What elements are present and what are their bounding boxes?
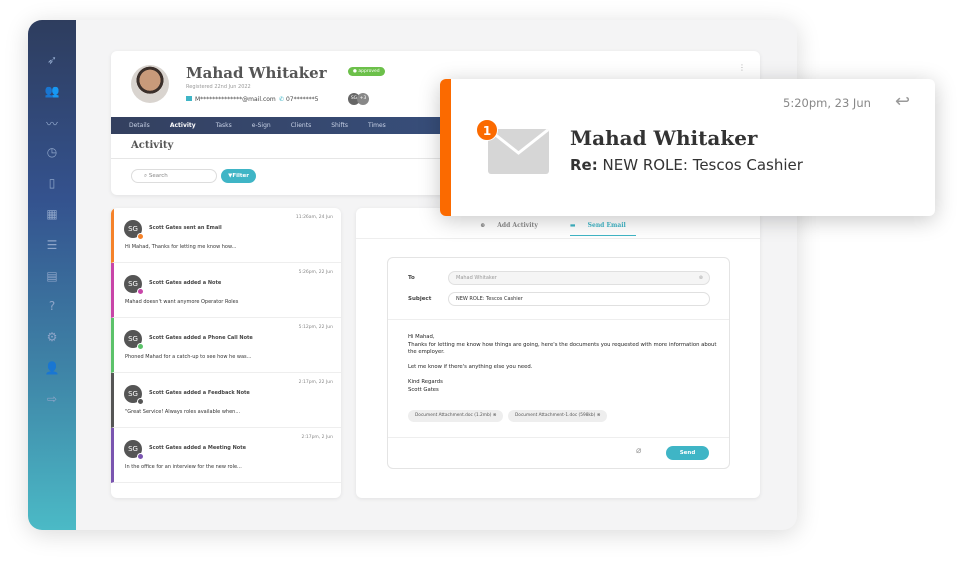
checklist-icon[interactable]: ☰ [28, 238, 76, 252]
activity-time: 5:26pm, 22 Jun [298, 270, 333, 275]
clear-icon[interactable]: ⊗ [699, 272, 703, 284]
filter-button[interactable]: ▼Filter [221, 169, 256, 183]
calendar-icon[interactable]: ▦ [28, 207, 76, 221]
activity-time: 5:12pm, 22 Jun [298, 325, 333, 330]
activity-time: 2:17pm, 2 Jun [301, 435, 333, 440]
activity-type-icon [137, 343, 144, 350]
clock-icon[interactable]: ◷ [28, 145, 76, 159]
tab-e-sign[interactable]: e-Sign [252, 117, 271, 134]
list-item[interactable]: SG Scott Gates added a Phone Call Note 5:1… [111, 318, 341, 373]
profile-name: Mahad Whitaker [186, 64, 327, 82]
activity-type-icon [137, 233, 144, 240]
activity-title: Scott Gates added a Feedback Note [149, 390, 250, 396]
notification-time: 5:20pm, 23 Jun [783, 96, 871, 110]
activity-title: Scott Gates added a Meeting Note [149, 445, 246, 451]
email[interactable]: M**************@mail.com [186, 96, 276, 103]
tab-clients[interactable]: Clients [291, 117, 312, 134]
body-line: Thanks for letting me know how things ar… [408, 341, 717, 356]
tab-add-activity[interactable]: ⊕ Add Activity [480, 222, 548, 235]
activity-preview: Hi Mahad, Thanks for letting me know how… [125, 244, 237, 250]
logout-icon[interactable]: ⇨ [28, 392, 76, 406]
activity-preview: In the office for an interview for the n… [125, 464, 242, 470]
list-item[interactable]: SG Scott Gates added a Note 5:26pm, 22 Jun… [111, 263, 341, 318]
activity-preview: Mahad doesn't want anymore Operator Role… [125, 299, 239, 305]
body-line: Kind Regards [408, 379, 443, 385]
mobile-icon[interactable]: ▯ [28, 176, 76, 190]
to-field[interactable]: Mahad Whitaker ⊗ [448, 271, 710, 285]
subject-field[interactable]: NEW ROLE: Tescos Cashier [448, 292, 710, 306]
sidebar: ➶ 👥 〰 ◷ ▯ ▦ ☰ ▤? ⚙ 👤 ⇨ [28, 20, 76, 530]
tab-send-email[interactable]: ▬ Send Email [569, 222, 636, 236]
activity-time: 11:26am, 24 Jun [295, 215, 333, 220]
compose-panel: ⊕ Add Activity ▬ Send Email To Mahad Whi… [356, 208, 760, 498]
avatar [131, 65, 169, 103]
attachment-chip[interactable]: Document Attachment-1.doc (598kb) ⊗ [508, 410, 608, 422]
list-item[interactable]: SG Scott Gates added a Feedback Note 2:17p… [111, 373, 341, 428]
email-icon [186, 96, 192, 101]
list-item[interactable]: SG Scott Gates added a Meeting Note 2:17pm… [111, 428, 341, 483]
attach-icon[interactable]: ⌀ [636, 446, 641, 456]
activity-time: 2:17pm, 22 Jun [298, 380, 333, 385]
activity-type-icon [137, 453, 144, 460]
signature-icon[interactable]: 〰 [28, 115, 76, 132]
help-icon[interactable]: ? [28, 299, 76, 313]
reply-icon[interactable]: ↩ [895, 91, 910, 112]
activity-type-icon [137, 398, 144, 405]
email-form: To Mahad Whitaker ⊗ Subject NEW ROLE: Tes… [387, 257, 730, 469]
body-line: Hi Mahad, [408, 334, 435, 340]
tab-tasks[interactable]: Tasks [216, 117, 232, 134]
email-body[interactable]: Hi Mahad, Thanks for letting me know how … [408, 334, 718, 394]
notification-count: 1 [476, 119, 498, 141]
building-icon[interactable]: ▤ [28, 269, 76, 283]
body-line [408, 357, 718, 365]
status-badge: ● approved [348, 67, 385, 76]
divider [388, 437, 729, 438]
phone[interactable]: ✆ 07*******5 [279, 96, 318, 103]
body-line [408, 372, 718, 380]
page-title: Activity [131, 140, 174, 151]
to-label: To [408, 275, 415, 281]
subject-label: Subject [408, 296, 432, 302]
rocket-icon[interactable]: ➶ [28, 53, 76, 67]
more-menu-icon[interactable]: ⋮ [738, 63, 746, 72]
activity-title: Scott Gates added a Note [149, 280, 222, 286]
users-icon[interactable]: 👥 [28, 84, 76, 98]
notification-subject: Re: NEW ROLE: Tescos Cashier [570, 156, 803, 174]
activity-preview: "Great Service! Always roles available w… [125, 409, 241, 415]
tab-shifts[interactable]: Shifts [331, 117, 348, 134]
activity-type-icon [137, 288, 144, 295]
accent-bar [440, 79, 451, 216]
tab-times[interactable]: Times [368, 117, 386, 134]
sender-name: Mahad Whitaker [570, 126, 758, 150]
email-notification[interactable]: 1 Mahad Whitaker Re: NEW ROLE: Tescos Ca… [440, 79, 935, 216]
body-line: Let me know if there's anything else you… [408, 364, 533, 370]
activity-preview: Phoned Mahad for a catch-up to see how h… [125, 354, 252, 360]
registered-date: Registered 22nd Jun 2022 [186, 84, 251, 90]
settings-icon[interactable]: ⚙ [28, 330, 76, 344]
activity-title: Scott Gates sent an Email [149, 225, 222, 231]
send-button[interactable]: Send [666, 446, 709, 460]
activity-feed: SG Scott Gates sent an Email 11:26am, 24 J… [111, 208, 341, 498]
envelope-icon [488, 129, 549, 174]
search-input[interactable]: ⌕ Search [131, 169, 217, 183]
divider [388, 319, 729, 320]
phone-icon: ✆ [279, 96, 286, 103]
more-assignees[interactable]: +3 [357, 93, 369, 105]
attachment-chip[interactable]: Document Attachment.doc (1.2mb) ⊗ [408, 410, 504, 422]
tab-details[interactable]: Details [129, 117, 150, 134]
divider [356, 238, 760, 239]
user-icon[interactable]: 👤 [28, 361, 76, 375]
body-line: Scott Gates [408, 386, 439, 393]
tab-activity[interactable]: Activity [170, 117, 196, 134]
list-item[interactable]: SG Scott Gates sent an Email 11:26am, 24 J… [111, 208, 341, 263]
activity-title: Scott Gates added a Phone Call Note [149, 335, 253, 341]
